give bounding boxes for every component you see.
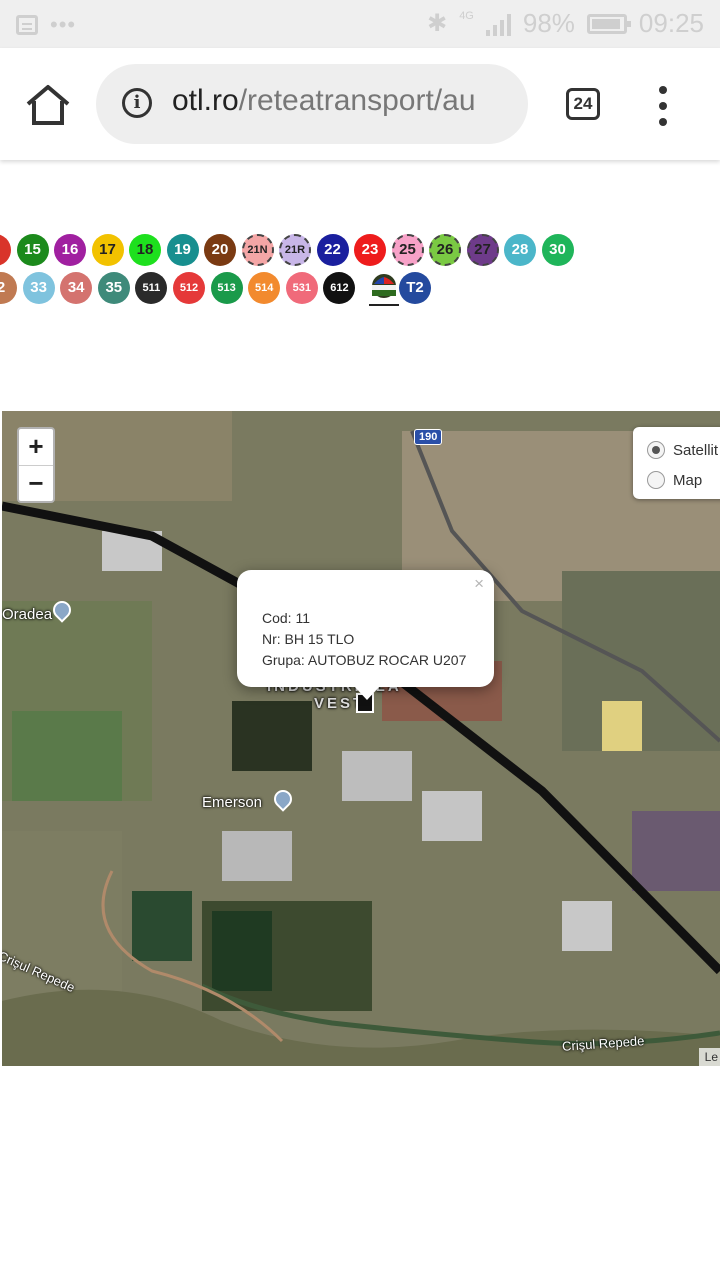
route-badge-612[interactable]: 612 [323, 272, 356, 304]
network-type: 4G [459, 9, 474, 22]
popup-nr: Nr: BH 15 TLO [262, 631, 355, 647]
map-radio[interactable] [647, 471, 665, 489]
route-badge-16[interactable]: 16 [54, 234, 86, 266]
label-emerson: Emerson [202, 794, 263, 811]
zoom-in-button[interactable]: + [19, 429, 53, 466]
tabs-icon[interactable]: 24 [566, 88, 600, 120]
route-badge-23[interactable]: 23 [354, 234, 386, 266]
popup-cod: Cod: 11 [262, 610, 310, 626]
map-attribution[interactable]: Le [698, 1048, 720, 1066]
route-badge-25[interactable]: 25 [391, 234, 424, 266]
route-badge-514[interactable]: 514 [248, 272, 281, 304]
vehicle-popup: × Cod: 11 Nr: BH 15 TLO Grupa: AUTOBUZ R… [237, 570, 494, 700]
route-badge-35[interactable]: 35 [97, 272, 130, 304]
zoom-control: + − [17, 427, 55, 503]
route-badge-30[interactable]: 30 [541, 234, 574, 266]
route-badge-27[interactable]: 27 [466, 234, 499, 266]
layer-option-map[interactable]: Map [647, 471, 702, 489]
route-badge-34[interactable]: 34 [60, 272, 93, 304]
route-badge-26[interactable]: 26 [429, 234, 461, 266]
route-all-flag-icon[interactable] [368, 272, 400, 306]
route-badge-20[interactable]: 20 [204, 234, 236, 266]
route-badge-17[interactable]: 17 [91, 234, 124, 266]
route-badge-512[interactable]: 512 [173, 272, 205, 304]
label-oradea: Oradea [2, 606, 53, 623]
route-badge-513[interactable]: 513 [210, 272, 243, 304]
route-badge-19[interactable]: 19 [166, 234, 199, 266]
menu-icon[interactable] [656, 86, 670, 126]
zoom-out-button[interactable]: − [19, 466, 53, 502]
map-view[interactable]: + − Satellit Map 190 Oradea Emerson INDU… [2, 411, 720, 1066]
satellite-imagery [2, 411, 720, 1066]
popup-grupa: Grupa: AUTOBUZ ROCAR U207 [262, 652, 467, 668]
road-shield-190: 190 [414, 429, 443, 445]
route-badge-T2[interactable]: T2 [399, 272, 431, 304]
status-bar: ••• ✱ 4G 98% 09:25 [0, 0, 720, 48]
route-badge-15[interactable]: 15 [16, 234, 49, 266]
route-badge-22[interactable]: 22 [316, 234, 349, 266]
url-text[interactable]: otl.ro/reteatransport/au [172, 84, 476, 118]
more-dots-icon: ••• [50, 12, 77, 37]
layer-switcher: Satellit Map [633, 427, 720, 499]
battery-percent: 98% [522, 8, 575, 38]
route-badge-2[interactable]: 2 [0, 272, 17, 304]
route-badge-21R[interactable]: 21R [279, 234, 311, 266]
route-badge-partial[interactable] [0, 234, 11, 266]
popup-tip [354, 686, 380, 700]
message-icon [16, 15, 38, 35]
info-icon[interactable]: i [122, 88, 152, 118]
bluetooth-icon: ✱ [427, 10, 448, 37]
layer-option-satellite[interactable]: Satellit [647, 441, 718, 459]
satellite-radio[interactable] [647, 441, 665, 459]
route-badge-531[interactable]: 531 [285, 272, 318, 304]
browser-toolbar: i otl.ro/reteatransport/au 24 [0, 48, 720, 160]
route-badge-33[interactable]: 33 [22, 272, 55, 304]
route-badge-18[interactable]: 18 [129, 234, 161, 266]
signal-icon [485, 12, 511, 36]
route-badge-28[interactable]: 28 [504, 234, 536, 266]
route-selector: 15 16 17 18 19 20 21N 21R 22 23 25 26 27 28 30 2 33 34 35 5… [0, 232, 720, 312]
address-bar[interactable]: i otl.ro/reteatransport/au [96, 64, 528, 144]
battery-icon [586, 13, 631, 34]
popup-close-icon[interactable]: × [474, 574, 484, 594]
home-icon[interactable] [24, 84, 72, 126]
route-badge-21N[interactable]: 21N [241, 234, 274, 266]
route-badge-511[interactable]: 511 [135, 272, 168, 304]
clock: 09:25 [638, 8, 704, 38]
